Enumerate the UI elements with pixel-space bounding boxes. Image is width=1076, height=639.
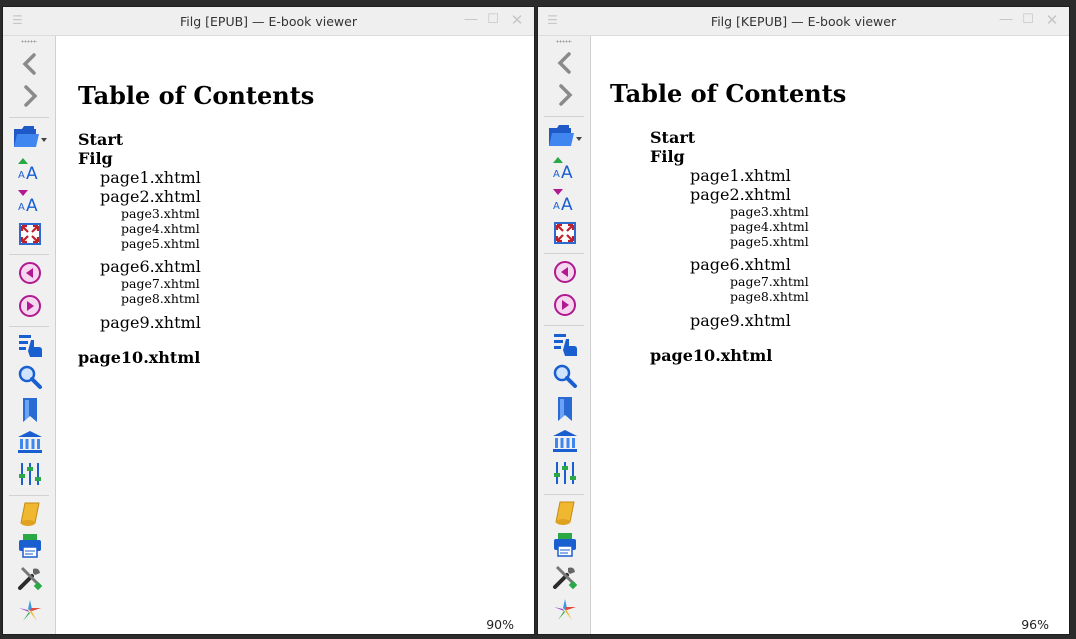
print-icon[interactable] bbox=[15, 531, 45, 561]
toc-link-page8[interactable]: page8.xhtml bbox=[730, 289, 809, 304]
viewer-toolbar: AA AA bbox=[3, 36, 56, 634]
book-content: Table of Contents Start Filg page1.xhtml… bbox=[591, 36, 1069, 634]
toc-link-page5[interactable]: page5.xhtml bbox=[121, 236, 200, 251]
tools-icon[interactable] bbox=[550, 562, 580, 592]
maximize-icon[interactable]: ☐ bbox=[1021, 13, 1035, 27]
search-icon[interactable] bbox=[15, 362, 45, 392]
toc-link-page9[interactable]: page9.xhtml bbox=[690, 311, 791, 330]
svg-text:A: A bbox=[18, 170, 25, 181]
fullscreen-icon[interactable] bbox=[15, 219, 45, 249]
toc-heading: Table of Contents bbox=[610, 79, 847, 108]
toolbar-separator bbox=[544, 253, 584, 254]
back-arrow-icon[interactable] bbox=[15, 49, 45, 79]
calibre-logo-icon[interactable] bbox=[550, 595, 580, 625]
open-folder-icon[interactable] bbox=[546, 121, 586, 151]
minimize-icon[interactable]: ― bbox=[999, 13, 1013, 27]
table-of-contents-icon[interactable] bbox=[550, 329, 580, 359]
toc-link-filg[interactable]: Filg bbox=[78, 149, 113, 168]
toc-link-page3[interactable]: page3.xhtml bbox=[121, 206, 200, 221]
toc-link-page4[interactable]: page4.xhtml bbox=[121, 221, 200, 236]
toc-link-start[interactable]: Start bbox=[78, 130, 123, 149]
toc-link-page7[interactable]: page7.xhtml bbox=[121, 276, 200, 291]
svg-text:A: A bbox=[553, 169, 560, 180]
scroll-reference-icon[interactable] bbox=[550, 498, 580, 528]
font-size-increase-icon[interactable]: AA bbox=[550, 153, 580, 183]
toc-link-page1[interactable]: page1.xhtml bbox=[100, 168, 201, 187]
open-folder-icon[interactable] bbox=[11, 122, 51, 152]
toc-heading: Table of Contents bbox=[78, 81, 315, 110]
viewer-toolbar: AA AA bbox=[538, 36, 591, 634]
font-size-increase-icon[interactable]: AA bbox=[15, 154, 45, 184]
next-page-icon[interactable] bbox=[550, 290, 580, 320]
title-bar[interactable]: ☰ Filg [EPUB] — E-book viewer ― ☐ ✕ bbox=[3, 7, 534, 36]
forward-arrow-icon[interactable] bbox=[550, 80, 580, 110]
tools-icon[interactable] bbox=[15, 563, 45, 593]
table-of-contents-icon[interactable] bbox=[15, 330, 45, 360]
library-icon[interactable] bbox=[15, 427, 45, 457]
close-icon[interactable]: ✕ bbox=[510, 13, 524, 28]
zoom-level: 96% bbox=[1021, 617, 1049, 632]
window-title: Filg [KEPUB] — E-book viewer bbox=[710, 14, 897, 29]
minimize-icon[interactable]: ― bbox=[464, 13, 478, 27]
maximize-icon[interactable]: ☐ bbox=[486, 13, 500, 27]
window-title: Filg [EPUB] — E-book viewer bbox=[180, 14, 357, 29]
calibre-logo-icon[interactable] bbox=[15, 596, 45, 626]
toc-link-page9[interactable]: page9.xhtml bbox=[100, 313, 201, 332]
title-bar[interactable]: ☰ Filg [KEPUB] — E-book viewer ― ☐ ✕ bbox=[538, 7, 1069, 36]
toolbar-separator bbox=[9, 254, 49, 255]
back-arrow-icon[interactable] bbox=[550, 48, 580, 78]
svg-text:A: A bbox=[26, 196, 38, 213]
previous-page-icon[interactable] bbox=[550, 257, 580, 287]
viewer-window-kepub: ☰ Filg [KEPUB] — E-book viewer ― ☐ ✕ AA … bbox=[537, 6, 1070, 635]
bookmark-icon[interactable] bbox=[15, 395, 45, 425]
print-icon[interactable] bbox=[550, 530, 580, 560]
svg-text:A: A bbox=[553, 201, 560, 212]
toc-link-page6[interactable]: page6.xhtml bbox=[100, 257, 201, 276]
toc-link-page10[interactable]: page10.xhtml bbox=[78, 348, 200, 367]
svg-text:A: A bbox=[561, 163, 573, 180]
svg-text:A: A bbox=[26, 164, 38, 181]
toc-link-page10[interactable]: page10.xhtml bbox=[650, 346, 772, 365]
toolbar-grip-icon[interactable] bbox=[21, 40, 37, 43]
previous-page-icon[interactable] bbox=[15, 258, 45, 288]
svg-text:A: A bbox=[18, 202, 25, 213]
library-icon[interactable] bbox=[550, 426, 580, 456]
viewer-window-epub: ☰ Filg [EPUB] — E-book viewer ― ☐ ✕ AA A… bbox=[2, 6, 535, 635]
toolbar-separator bbox=[9, 117, 49, 118]
toolbar-separator bbox=[544, 325, 584, 326]
forward-arrow-icon[interactable] bbox=[15, 81, 45, 111]
preferences-sliders-icon[interactable] bbox=[550, 458, 580, 488]
toc-link-page3[interactable]: page3.xhtml bbox=[730, 204, 809, 219]
toc-link-page2[interactable]: page2.xhtml bbox=[690, 185, 791, 204]
toc-link-page4[interactable]: page4.xhtml bbox=[730, 219, 809, 234]
toc-link-start[interactable]: Start bbox=[650, 128, 695, 147]
scroll-reference-icon[interactable] bbox=[15, 499, 45, 529]
preferences-sliders-icon[interactable] bbox=[15, 459, 45, 489]
toolbar-separator bbox=[9, 326, 49, 327]
font-size-decrease-icon[interactable]: AA bbox=[550, 185, 580, 215]
next-page-icon[interactable] bbox=[15, 291, 45, 321]
toc-link-page6[interactable]: page6.xhtml bbox=[690, 255, 791, 274]
toc-link-filg[interactable]: Filg bbox=[650, 147, 685, 166]
bookmark-icon[interactable] bbox=[550, 394, 580, 424]
toc-link-page7[interactable]: page7.xhtml bbox=[730, 274, 809, 289]
search-icon[interactable] bbox=[550, 361, 580, 391]
zoom-level: 90% bbox=[486, 617, 514, 632]
toolbar-grip-icon[interactable] bbox=[556, 40, 572, 43]
toc-link-page8[interactable]: page8.xhtml bbox=[121, 291, 200, 306]
font-size-decrease-icon[interactable]: AA bbox=[15, 186, 45, 216]
fullscreen-icon[interactable] bbox=[550, 218, 580, 248]
toc-link-page5[interactable]: page5.xhtml bbox=[730, 234, 809, 249]
toc-link-page2[interactable]: page2.xhtml bbox=[100, 187, 201, 206]
svg-text:A: A bbox=[561, 195, 573, 212]
toc-link-page1[interactable]: page1.xhtml bbox=[690, 166, 791, 185]
book-content: Table of Contents Start Filg page1.xhtml… bbox=[56, 36, 534, 634]
toolbar-separator bbox=[9, 495, 49, 496]
toolbar-separator bbox=[544, 116, 584, 117]
toolbar-separator bbox=[544, 494, 584, 495]
close-icon[interactable]: ✕ bbox=[1045, 13, 1059, 28]
